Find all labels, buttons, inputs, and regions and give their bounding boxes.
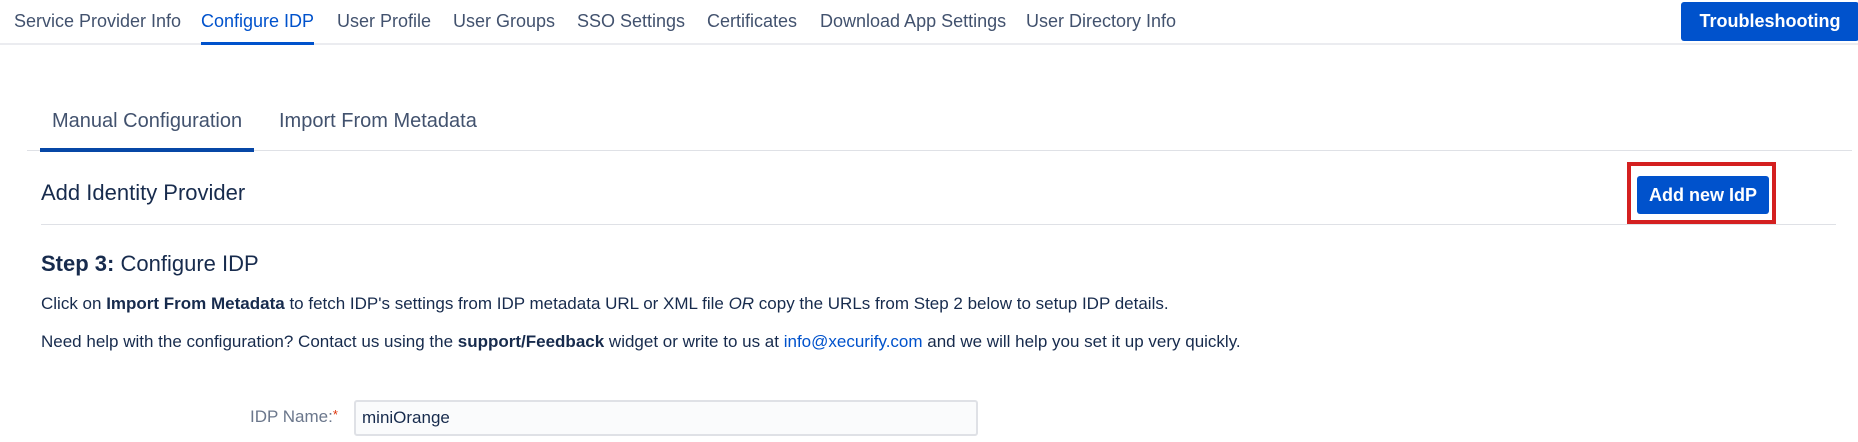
idp-name-label-text: IDP Name: <box>250 407 333 426</box>
required-asterisk: * <box>332 407 338 422</box>
nav-tab-download-app-settings[interactable]: Download App Settings <box>820 0 1006 45</box>
nav-tab-service-provider-info[interactable]: Service Provider Info <box>14 0 181 45</box>
step-number: Step 3: <box>41 251 115 276</box>
instruction-text: Click on <box>41 294 107 313</box>
help-text: Need help with the configuration? Contac… <box>41 332 458 351</box>
add-new-idp-button[interactable]: Add new IdP <box>1637 176 1769 214</box>
instruction-or: OR <box>728 294 755 313</box>
nav-tab-user-directory-info[interactable]: User Directory Info <box>1026 0 1176 45</box>
idp-name-label: IDP Name:* <box>250 407 338 427</box>
help-text: and we will help you set it up very quic… <box>922 332 1241 351</box>
idp-name-input[interactable] <box>354 400 978 436</box>
header-divider <box>41 224 1836 225</box>
nav-tab-user-profile[interactable]: User Profile <box>337 0 431 45</box>
nav-tab-sso-settings[interactable]: SSO Settings <box>577 0 685 45</box>
nav-tab-certificates[interactable]: Certificates <box>707 0 797 45</box>
instruction-bold: Import From Metadata <box>106 294 285 313</box>
help-text: widget or write to us at <box>604 332 784 351</box>
instruction-paragraph: Click on Import From Metadata to fetch I… <box>41 294 1169 314</box>
nav-tab-user-groups[interactable]: User Groups <box>453 0 555 45</box>
nav-tab-configure-idp[interactable]: Configure IDP <box>201 0 315 45</box>
step-title: Configure IDP <box>120 251 259 276</box>
config-subtabs: Manual Configuration Import From Metadat… <box>27 96 1852 152</box>
top-navigation: Service Provider Info Configure IDP User… <box>0 0 1858 45</box>
subtab-import-from-metadata[interactable]: Import From Metadata <box>279 96 477 151</box>
section-title: Add Identity Provider <box>41 180 246 205</box>
instruction-text: copy the URLs from Step 2 below to setup… <box>754 294 1169 313</box>
step-heading: Step 3: Configure IDP <box>41 251 259 277</box>
troubleshooting-button[interactable]: Troubleshooting <box>1681 2 1858 41</box>
help-bold: support/Feedback <box>457 332 605 351</box>
instruction-text: to fetch IDP's settings from IDP metadat… <box>284 294 729 313</box>
help-paragraph: Need help with the configuration? Contac… <box>41 332 1241 352</box>
support-email-link[interactable]: info@xecurify.com <box>784 332 923 351</box>
subtab-manual-configuration[interactable]: Manual Configuration <box>39 96 255 152</box>
